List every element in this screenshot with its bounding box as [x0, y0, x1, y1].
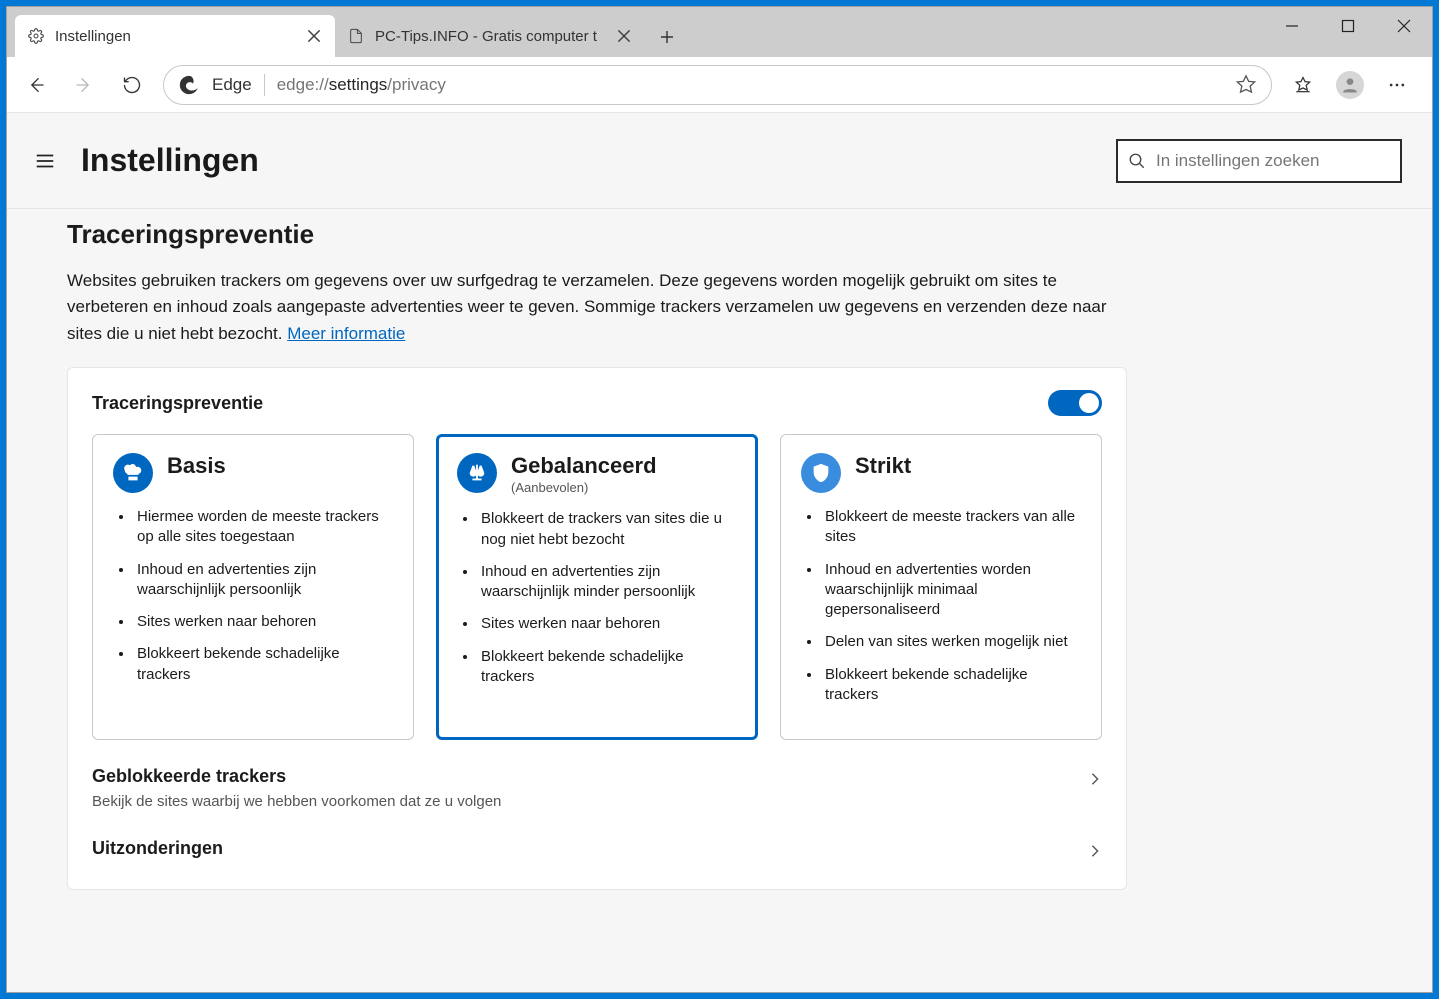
favorite-icon[interactable]: [1235, 74, 1257, 96]
card-title: Basis: [167, 453, 226, 478]
shield-icon: [801, 453, 841, 493]
settings-scroll-region[interactable]: Traceringspreventie Websites gebruiken t…: [7, 209, 1432, 992]
card-bullet: Blokkeert bekende schadelijke trackers: [461, 647, 737, 688]
card-bullet: Hiermee worden de meeste trackers op all…: [117, 507, 393, 548]
tracking-toggle[interactable]: [1048, 390, 1102, 416]
row-desc: Bekijk de sites waarbij we hebben voorko…: [92, 793, 1102, 810]
page-title: Instellingen: [81, 142, 259, 179]
card-bullet: Blokkeert de trackers van sites die u no…: [461, 509, 737, 550]
toolbar: Edge edge://settings/privacy: [7, 57, 1432, 113]
prevention-level-cards: Basis Hiermee worden de meeste trackers …: [92, 434, 1102, 740]
content-column: Instellingen Traceringspreventie Website…: [7, 113, 1432, 992]
learn-more-link[interactable]: Meer informatie: [287, 324, 405, 343]
back-button[interactable]: [13, 62, 59, 108]
profile-avatar[interactable]: [1336, 71, 1364, 99]
maximize-button[interactable]: [1320, 7, 1376, 45]
close-icon[interactable]: [305, 27, 323, 45]
settings-header: Instellingen: [7, 113, 1432, 209]
more-menu-button[interactable]: [1374, 62, 1420, 108]
close-window-button[interactable]: [1376, 7, 1432, 45]
card-subtitle: (Aanbevolen): [511, 480, 657, 495]
separator: [264, 74, 265, 96]
favorites-button[interactable]: [1280, 62, 1326, 108]
card-strict[interactable]: Strikt Blokkeert de meeste trackers van …: [780, 434, 1102, 740]
content-area: Instellingen Traceringspreventie Website…: [7, 113, 1432, 992]
tracking-prevention-panel: Traceringspreventie: [67, 367, 1127, 890]
chevron-right-icon: [1088, 772, 1102, 791]
tab-settings[interactable]: Instellingen: [15, 15, 335, 57]
search-icon: [1128, 152, 1146, 170]
card-bullet: Inhoud en advertenties zijn waarschijnli…: [117, 560, 393, 601]
section-description: Websites gebruiken trackers om gegevens …: [67, 268, 1127, 347]
section-heading: Traceringspreventie: [67, 219, 1127, 250]
tab-title: Instellingen: [55, 28, 295, 45]
hamburger-menu[interactable]: [29, 145, 61, 177]
address-bar[interactable]: Edge edge://settings/privacy: [163, 65, 1272, 105]
minimize-button[interactable]: [1264, 7, 1320, 45]
site-identity: Edge: [212, 75, 252, 95]
card-title: Gebalanceerd: [511, 453, 657, 478]
tab-pctips[interactable]: PC-Tips.INFO - Gratis computer t: [335, 15, 645, 57]
card-title: Strikt: [855, 453, 911, 478]
gear-icon: [27, 27, 45, 45]
card-bullet: Sites werken naar behoren: [461, 614, 737, 634]
page-icon: [347, 27, 365, 45]
card-bullet: Inhoud en advertenties zijn waarschijnli…: [461, 562, 737, 603]
panel-title: Traceringspreventie: [92, 393, 263, 414]
settings-search-input[interactable]: [1156, 151, 1390, 171]
toolbar-right: [1280, 62, 1420, 108]
row-title: Geblokkeerde trackers: [92, 766, 1102, 787]
exceptions-row[interactable]: Uitzonderingen: [92, 838, 1102, 859]
tab-title: PC-Tips.INFO - Gratis computer t: [375, 28, 605, 45]
new-tab-button[interactable]: [649, 19, 685, 55]
close-icon[interactable]: [615, 27, 633, 45]
forward-button[interactable]: [61, 62, 107, 108]
url-text: edge://settings/privacy: [277, 75, 1223, 95]
chef-hat-icon: [113, 453, 153, 493]
browser-window: Instellingen PC-Tips.INFO - Gratis compu…: [6, 6, 1433, 993]
edge-icon: [178, 74, 200, 96]
window-controls: [1264, 7, 1432, 45]
row-title: Uitzonderingen: [92, 838, 1102, 859]
card-bullet: Sites werken naar behoren: [117, 612, 393, 632]
scales-icon: [457, 453, 497, 493]
card-balanced[interactable]: Gebalanceerd (Aanbevolen) Blokkeert de t…: [436, 434, 758, 740]
blocked-trackers-row[interactable]: Geblokkeerde trackers Bekijk de sites wa…: [92, 766, 1102, 810]
settings-search[interactable]: [1116, 139, 1402, 183]
card-bullet: Blokkeert de meeste trackers van alle si…: [805, 507, 1081, 548]
titlebar: Instellingen PC-Tips.INFO - Gratis compu…: [7, 7, 1432, 57]
chevron-right-icon: [1088, 844, 1102, 863]
card-bullet: Blokkeert bekende schadelijke trackers: [117, 644, 393, 685]
card-bullet: Delen van sites werken mogelijk niet: [805, 632, 1081, 652]
card-bullet: Inhoud en advertenties worden waarschijn…: [805, 560, 1081, 621]
refresh-button[interactable]: [109, 62, 155, 108]
card-bullet: Blokkeert bekende schadelijke trackers: [805, 665, 1081, 706]
card-basic[interactable]: Basis Hiermee worden de meeste trackers …: [92, 434, 414, 740]
